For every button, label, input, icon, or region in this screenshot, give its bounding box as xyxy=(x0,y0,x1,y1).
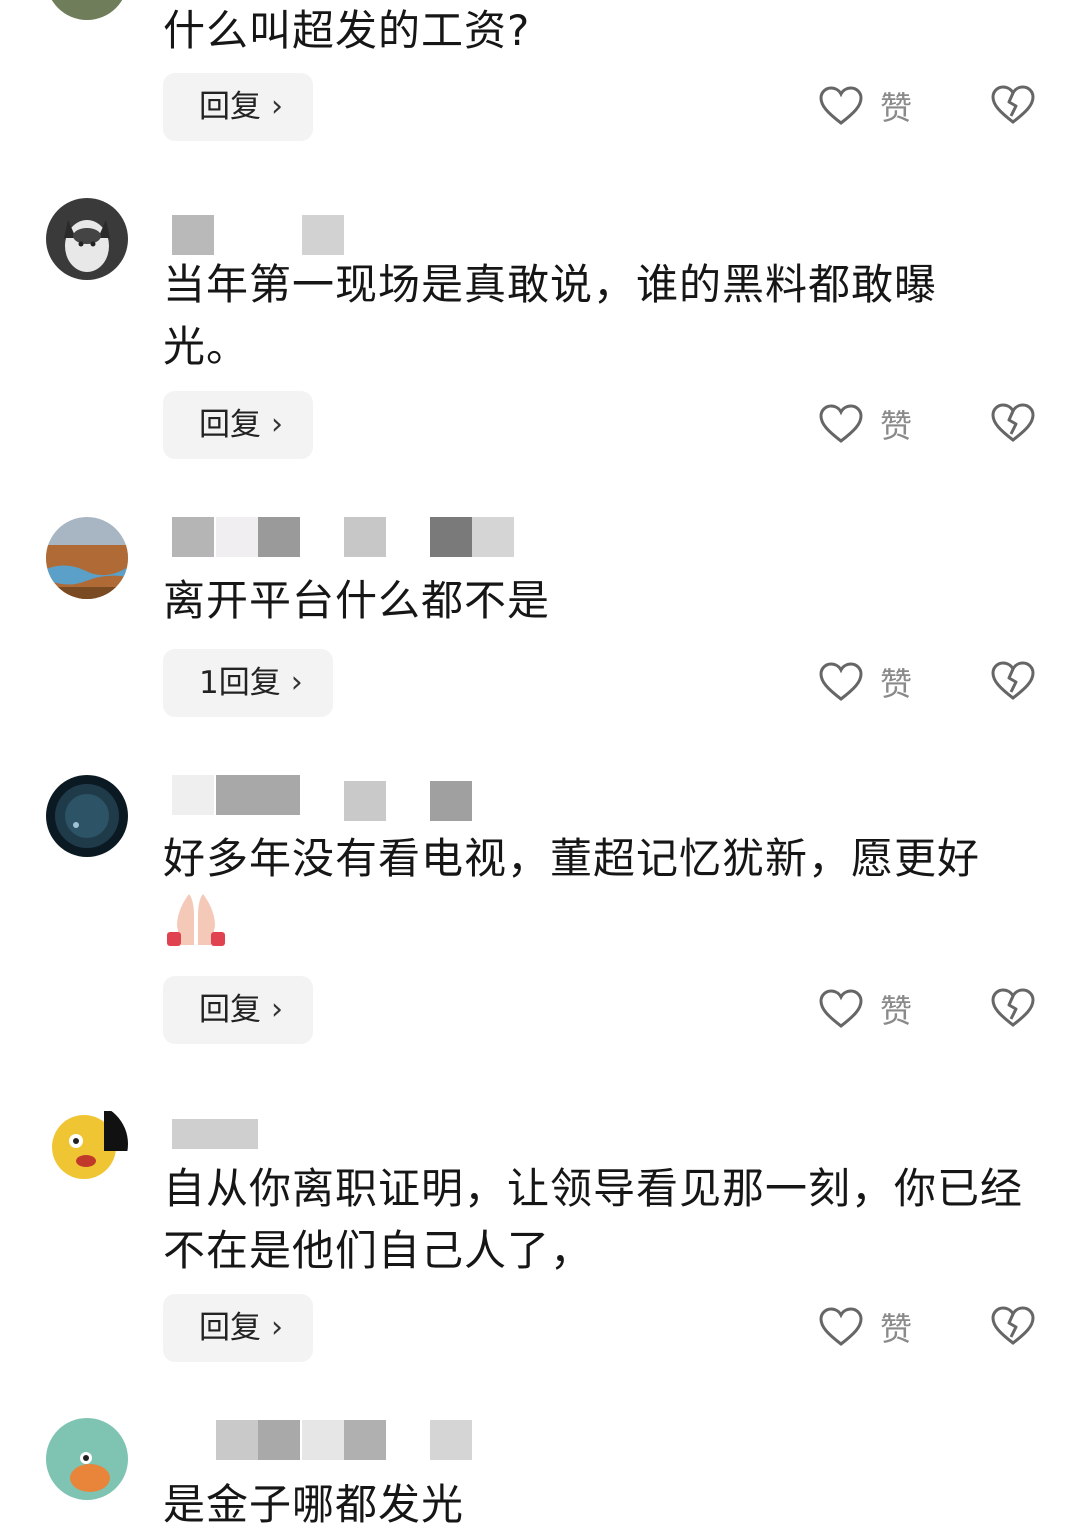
reply-button[interactable]: 1回复 › xyxy=(163,649,333,717)
broken-heart-icon xyxy=(991,661,1035,700)
heart-outline-icon xyxy=(819,662,863,701)
like-label: 赞 xyxy=(880,1310,913,1348)
comment-text: 离开平台什么都不是 xyxy=(163,576,551,625)
dislike-button[interactable] xyxy=(990,402,1038,446)
username-blurred xyxy=(172,1119,372,1159)
chevron-right-icon: › xyxy=(290,665,303,700)
chevron-right-icon: › xyxy=(271,992,283,1027)
reply-label: 1回复 xyxy=(199,665,281,701)
chevron-right-icon: › xyxy=(271,89,283,124)
reply-button[interactable]: 回复 › xyxy=(163,976,313,1044)
like-label: 赞 xyxy=(880,665,913,703)
dislike-button[interactable] xyxy=(990,987,1038,1031)
heart-outline-icon xyxy=(819,404,863,443)
comment-text: 好多年没有看电视，董超记忆犹新，愿更好 xyxy=(163,828,1043,965)
broken-heart-icon xyxy=(991,1306,1035,1345)
reply-label: 回复 xyxy=(199,992,261,1028)
avatar[interactable] xyxy=(46,1103,128,1185)
like-button[interactable]: 赞 xyxy=(818,979,928,1039)
reply-button[interactable]: 回复 › xyxy=(163,1294,313,1362)
like-button[interactable]: 赞 xyxy=(818,76,928,136)
chevron-right-icon: › xyxy=(271,1310,283,1345)
avatar[interactable] xyxy=(46,0,128,20)
comment-text: 当年第一现场是真敢说，谁的黑料都敢曝光。 xyxy=(163,260,938,371)
like-button[interactable]: 赞 xyxy=(818,652,928,712)
broken-heart-icon xyxy=(991,988,1035,1027)
comment-text: 什么叫超发的工资? xyxy=(163,6,531,55)
broken-heart-icon xyxy=(991,403,1035,442)
avatar[interactable] xyxy=(46,775,128,857)
like-button[interactable]: 赞 xyxy=(818,394,928,454)
dislike-button[interactable] xyxy=(990,1305,1038,1349)
heart-outline-icon xyxy=(819,86,863,125)
username-blurred xyxy=(172,215,372,255)
dislike-button[interactable] xyxy=(990,660,1038,704)
chevron-right-icon: › xyxy=(271,407,283,442)
heart-outline-icon xyxy=(819,1307,863,1346)
avatar[interactable] xyxy=(46,517,128,599)
reply-label: 回复 xyxy=(199,407,261,443)
like-label: 赞 xyxy=(880,89,913,127)
username-blurred xyxy=(172,1420,492,1460)
folded-hands-emoji xyxy=(163,890,229,965)
reply-label: 回复 xyxy=(199,1310,261,1346)
avatar[interactable] xyxy=(46,1418,128,1500)
avatar[interactable] xyxy=(46,198,128,280)
heart-outline-icon xyxy=(819,989,863,1028)
like-label: 赞 xyxy=(880,992,913,1030)
comment-text: 自从你离职证明，让领导看见那一刻，你已经不在是他们自己人了， xyxy=(163,1164,1024,1275)
username-blurred xyxy=(172,517,532,557)
username-blurred xyxy=(172,775,532,821)
reply-button[interactable]: 回复 › xyxy=(163,73,313,141)
comment-text: 是金子哪都发光 xyxy=(163,1480,465,1529)
reply-button[interactable]: 回复 › xyxy=(163,391,313,459)
comment-text-content: 好多年没有看电视，董超记忆犹新，愿更好 xyxy=(163,834,981,883)
like-button[interactable]: 赞 xyxy=(818,1297,928,1357)
reply-label: 回复 xyxy=(199,89,261,125)
like-label: 赞 xyxy=(880,407,913,445)
dislike-button[interactable] xyxy=(990,84,1038,128)
broken-heart-icon xyxy=(991,85,1035,124)
